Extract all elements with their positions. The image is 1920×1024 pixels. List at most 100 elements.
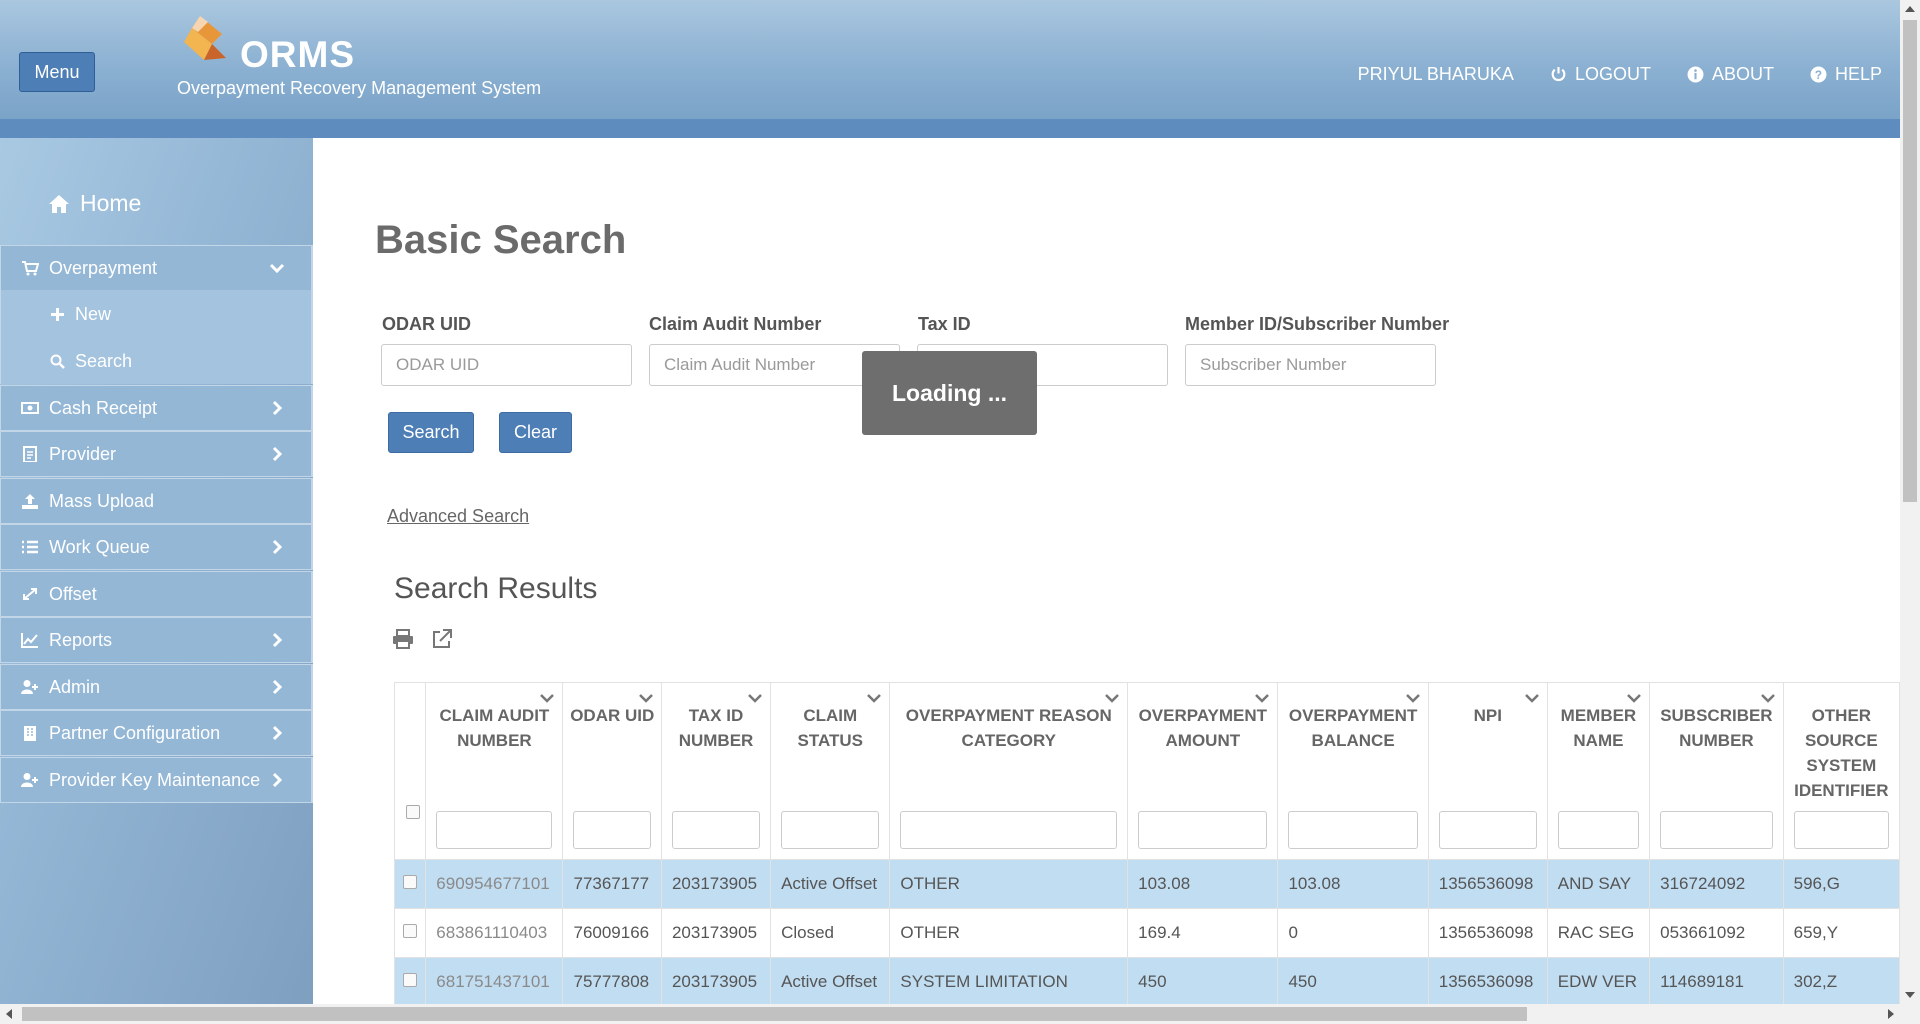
column-label: SUBSCRIBER NUMBER [1660,706,1773,750]
odar-uid-label: ODAR UID [382,314,471,334]
column-filter-input[interactable] [1660,811,1773,849]
column-filter-input[interactable] [1438,811,1537,849]
column-filter-input[interactable] [1288,811,1418,849]
scroll-right-arrow-icon[interactable] [1888,1009,1894,1019]
table-cell: SYSTEM LIMITATION [889,957,1129,1004]
sidebar-item-label: Mass Upload [49,490,155,511]
sidebar-item-label: Work Queue [49,536,150,557]
column-header[interactable]: OVERPAYMENT AMOUNT [1127,682,1279,860]
table-cell: 203173905 [660,859,772,909]
sidebar-item-label: Admin [49,676,101,697]
sidebar-item-new[interactable]: New [50,304,111,325]
sidebar-item-admin[interactable]: Admin [0,664,313,710]
column-label: CLAIM AUDIT NUMBER [439,706,550,750]
column-header[interactable]: ODAR UID [562,682,662,860]
column-header[interactable]: OVERPAYMENT REASON CATEGORY [889,682,1129,860]
chevron-down-icon[interactable] [1627,693,1642,703]
advanced-search-link[interactable]: Advanced Search [387,506,529,527]
sidebar-item-provider-key-maintenance[interactable]: Provider Key Maintenance [0,757,313,803]
sidebar-item-cash-receipt[interactable]: Cash Receipt [0,385,313,431]
header-stripe [0,119,1900,138]
money-icon [21,402,39,414]
column-header[interactable]: SUBSCRIBER NUMBER [1649,682,1784,860]
logout-link[interactable]: LOGOUT [1550,64,1651,85]
about-link[interactable]: ABOUT [1687,64,1774,85]
table-cell: Closed [770,908,891,958]
table-cell: 203173905 [660,908,772,958]
sidebar-item-mass-upload[interactable]: Mass Upload [0,478,313,524]
column-header[interactable]: MEMBER NAME [1546,682,1651,860]
chevron-down-icon[interactable] [639,693,653,703]
info-icon [1687,66,1704,83]
chevron-right-icon [272,539,283,555]
column-header[interactable]: NPI [1427,682,1548,860]
column-filter-input[interactable] [1138,811,1268,849]
sidebar-item-partner-configuration[interactable]: Partner Configuration [0,710,313,756]
table-cell: 169.4 [1127,908,1279,958]
select-all-checkbox[interactable] [406,805,420,819]
chevron-down-icon[interactable] [1105,693,1120,703]
column-header[interactable]: OTHER SOURCE SYSTEM IDENTIFIER [1782,682,1900,860]
clear-button[interactable]: Clear [499,412,572,453]
export-icon[interactable] [431,628,453,650]
scroll-up-arrow-icon[interactable] [1905,6,1915,12]
column-filter-input[interactable] [900,811,1118,849]
chevron-down-icon[interactable] [1760,693,1775,703]
sidebar-item-work-queue[interactable]: Work Queue [0,524,313,570]
column-header[interactable]: CLAIM AUDIT NUMBER [425,682,564,860]
table-cell: 053661092 [1649,908,1784,958]
menu-button[interactable]: Menu [19,52,95,92]
subscriber-number-input[interactable] [1185,344,1436,386]
claim-audit-number-cell[interactable]: 690954677101 [425,859,564,909]
chevron-down-icon[interactable] [1405,693,1420,703]
column-header[interactable]: CLAIM STATUS [770,682,891,860]
column-header[interactable]: TAX ID NUMBER [660,682,772,860]
row-checkbox[interactable] [403,924,418,938]
table-cell: 103.08 [1277,859,1429,909]
odar-uid-input[interactable] [381,344,632,386]
column-filter-input[interactable] [781,811,880,849]
claim-audit-number-cell[interactable]: 681751437101 [425,957,564,1004]
sidebar-item-label: Provider Key Maintenance [49,769,261,790]
scroll-down-arrow-icon[interactable] [1905,992,1915,998]
user-add-icon [21,773,38,787]
chevron-down-icon[interactable] [1255,693,1270,703]
sidebar-item-overpayment[interactable]: Overpayment [0,245,313,291]
orms-logo-icon [184,16,226,60]
table-cell: 302,Z [1782,957,1900,1004]
column-filter-input[interactable] [671,811,761,849]
sidebar-item-offset[interactable]: Offset [0,571,313,617]
table-row[interactable]: 690954677101 77367177 203173905 Active O… [394,859,1900,909]
table-row[interactable]: 681751437101 75777808 203173905 Active O… [394,957,1900,1004]
row-checkbox[interactable] [403,973,418,987]
column-filter-input[interactable] [1793,811,1889,849]
horizontal-scrollbar-thumb[interactable] [22,1007,1527,1021]
user-name-link[interactable]: PRIYUL BHARUKA [1358,64,1514,85]
power-icon [1551,67,1566,82]
table-row[interactable]: 683861110403 76009166 203173905 Closed O… [394,908,1900,958]
column-filter-input[interactable] [573,811,651,849]
help-link[interactable]: ? HELP [1810,64,1882,85]
column-filter-input[interactable] [436,811,553,849]
sidebar-item-provider[interactable]: Provider [0,431,313,477]
scroll-left-arrow-icon[interactable] [6,1009,12,1019]
table-cell: Active Offset [770,957,891,1004]
claim-audit-number-cell[interactable]: 683861110403 [425,908,564,958]
print-icon[interactable] [392,628,414,650]
chevron-down-icon[interactable] [1524,693,1539,703]
chevron-down-icon[interactable] [867,693,882,703]
table-cell: 450 [1127,957,1279,1004]
logout-label: LOGOUT [1574,64,1651,84]
column-header[interactable]: OVERPAYMENT BALANCE [1277,682,1429,860]
vertical-scrollbar-thumb[interactable] [1903,20,1917,502]
chevron-down-icon[interactable] [540,693,555,703]
sidebar-item-reports[interactable]: Reports [0,617,313,663]
sidebar-item-search[interactable]: Search [50,351,132,372]
chevron-down-icon[interactable] [748,693,762,703]
column-filter-input[interactable] [1557,811,1640,849]
sidebar-home[interactable]: Home [48,190,141,217]
sidebar-item-label: Partner Configuration [49,722,221,743]
search-button[interactable]: Search [388,412,474,453]
table-cell: AND SAY [1546,859,1651,909]
row-checkbox[interactable] [403,875,418,889]
